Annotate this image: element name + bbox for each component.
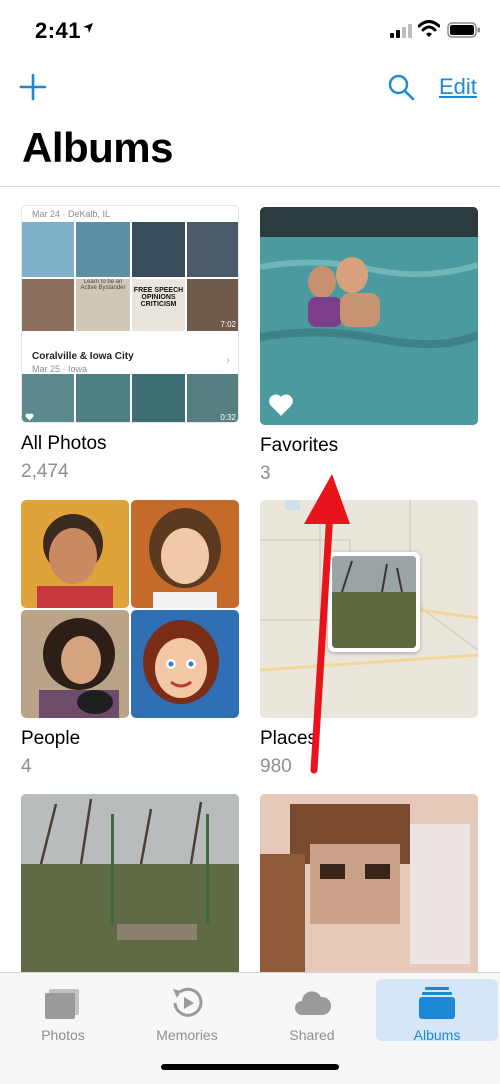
battery-icon [447, 22, 480, 38]
album-name: People [21, 728, 81, 749]
person-face [21, 500, 129, 608]
album-thumbnail[interactable] [260, 207, 478, 425]
wifi-icon [418, 20, 440, 37]
tab-memories[interactable]: Memories [126, 979, 248, 1043]
annotation-arrow [304, 474, 350, 774]
home-indicator[interactable] [161, 1064, 339, 1070]
sign-photo: Learn to be an Active Bystander [76, 279, 130, 331]
status-bar: 2:41 [0, 0, 500, 60]
cellular-signal-icon [390, 24, 412, 38]
album-favorites[interactable]: Favorites 3 [260, 207, 478, 485]
tab-label: Albums [413, 1027, 461, 1043]
tab-shared[interactable]: Shared [251, 979, 373, 1043]
photo-cell [22, 222, 74, 277]
album-thumbnail[interactable] [21, 500, 239, 718]
moment-label: Mar 24 · DeKalb, IL [32, 209, 111, 219]
pixelated-photo [260, 794, 478, 972]
location-arrow-icon [83, 23, 93, 33]
status-time: 2:41 [35, 18, 82, 43]
album-name: Favorites [260, 435, 339, 456]
chevron-right-icon: › [226, 353, 230, 367]
person-face [131, 500, 239, 608]
tab-label: Photos [41, 1027, 85, 1043]
tab-albums[interactable]: Albums [376, 979, 498, 1043]
moment-title: Coralville & Iowa City [32, 351, 134, 362]
photo-cell [187, 222, 238, 277]
edit-button[interactable]: Edit [439, 74, 477, 100]
photo-cell: 0:32 [187, 374, 238, 422]
album-count: 4 [21, 756, 32, 777]
memories-icon [173, 987, 203, 1017]
photo-cell: 7:02 [187, 279, 238, 331]
cloud-icon [295, 991, 332, 1015]
album-custom-2[interactable] [260, 794, 478, 972]
albums-icon [419, 987, 455, 1019]
album-thumbnail[interactable] [260, 794, 478, 972]
album-count: 2,474 [21, 461, 69, 482]
album-people[interactable]: People 4 [21, 500, 239, 778]
album-all-photos[interactable]: Mar 24 · DeKalb, IL Learn to be an Activ… [21, 205, 239, 483]
photo-cell [132, 222, 185, 277]
tab-label: Memories [156, 1027, 218, 1043]
video-duration: 0:32 [220, 413, 236, 422]
tab-label: Shared [289, 1027, 335, 1043]
album-thumbnail[interactable]: Mar 24 · DeKalb, IL Learn to be an Activ… [21, 205, 239, 423]
search-icon[interactable] [386, 72, 416, 102]
album-name: All Photos [21, 433, 107, 454]
divider [0, 186, 500, 187]
video-duration: 7:02 [220, 320, 236, 329]
album-custom-1[interactable] [21, 794, 239, 972]
album-thumbnail[interactable] [21, 794, 239, 972]
photo-cell [76, 222, 130, 277]
photo-cell [22, 279, 74, 331]
heart-icon [25, 413, 34, 421]
person-face [21, 610, 129, 718]
add-album-button[interactable] [18, 72, 48, 102]
photos-icon [45, 989, 79, 1019]
photo-cell [132, 374, 185, 422]
photo-cell [76, 374, 130, 422]
tab-photos[interactable]: Photos [2, 979, 124, 1043]
moment-label: Mar 25 · Iowa [32, 364, 88, 374]
heart-icon [269, 394, 293, 416]
photo-cell [22, 374, 74, 422]
person-face [131, 610, 239, 718]
page-title: Albums [22, 124, 174, 171]
sign-photo: FREE SPEECH OPINIONS CRITICISM [132, 279, 185, 331]
